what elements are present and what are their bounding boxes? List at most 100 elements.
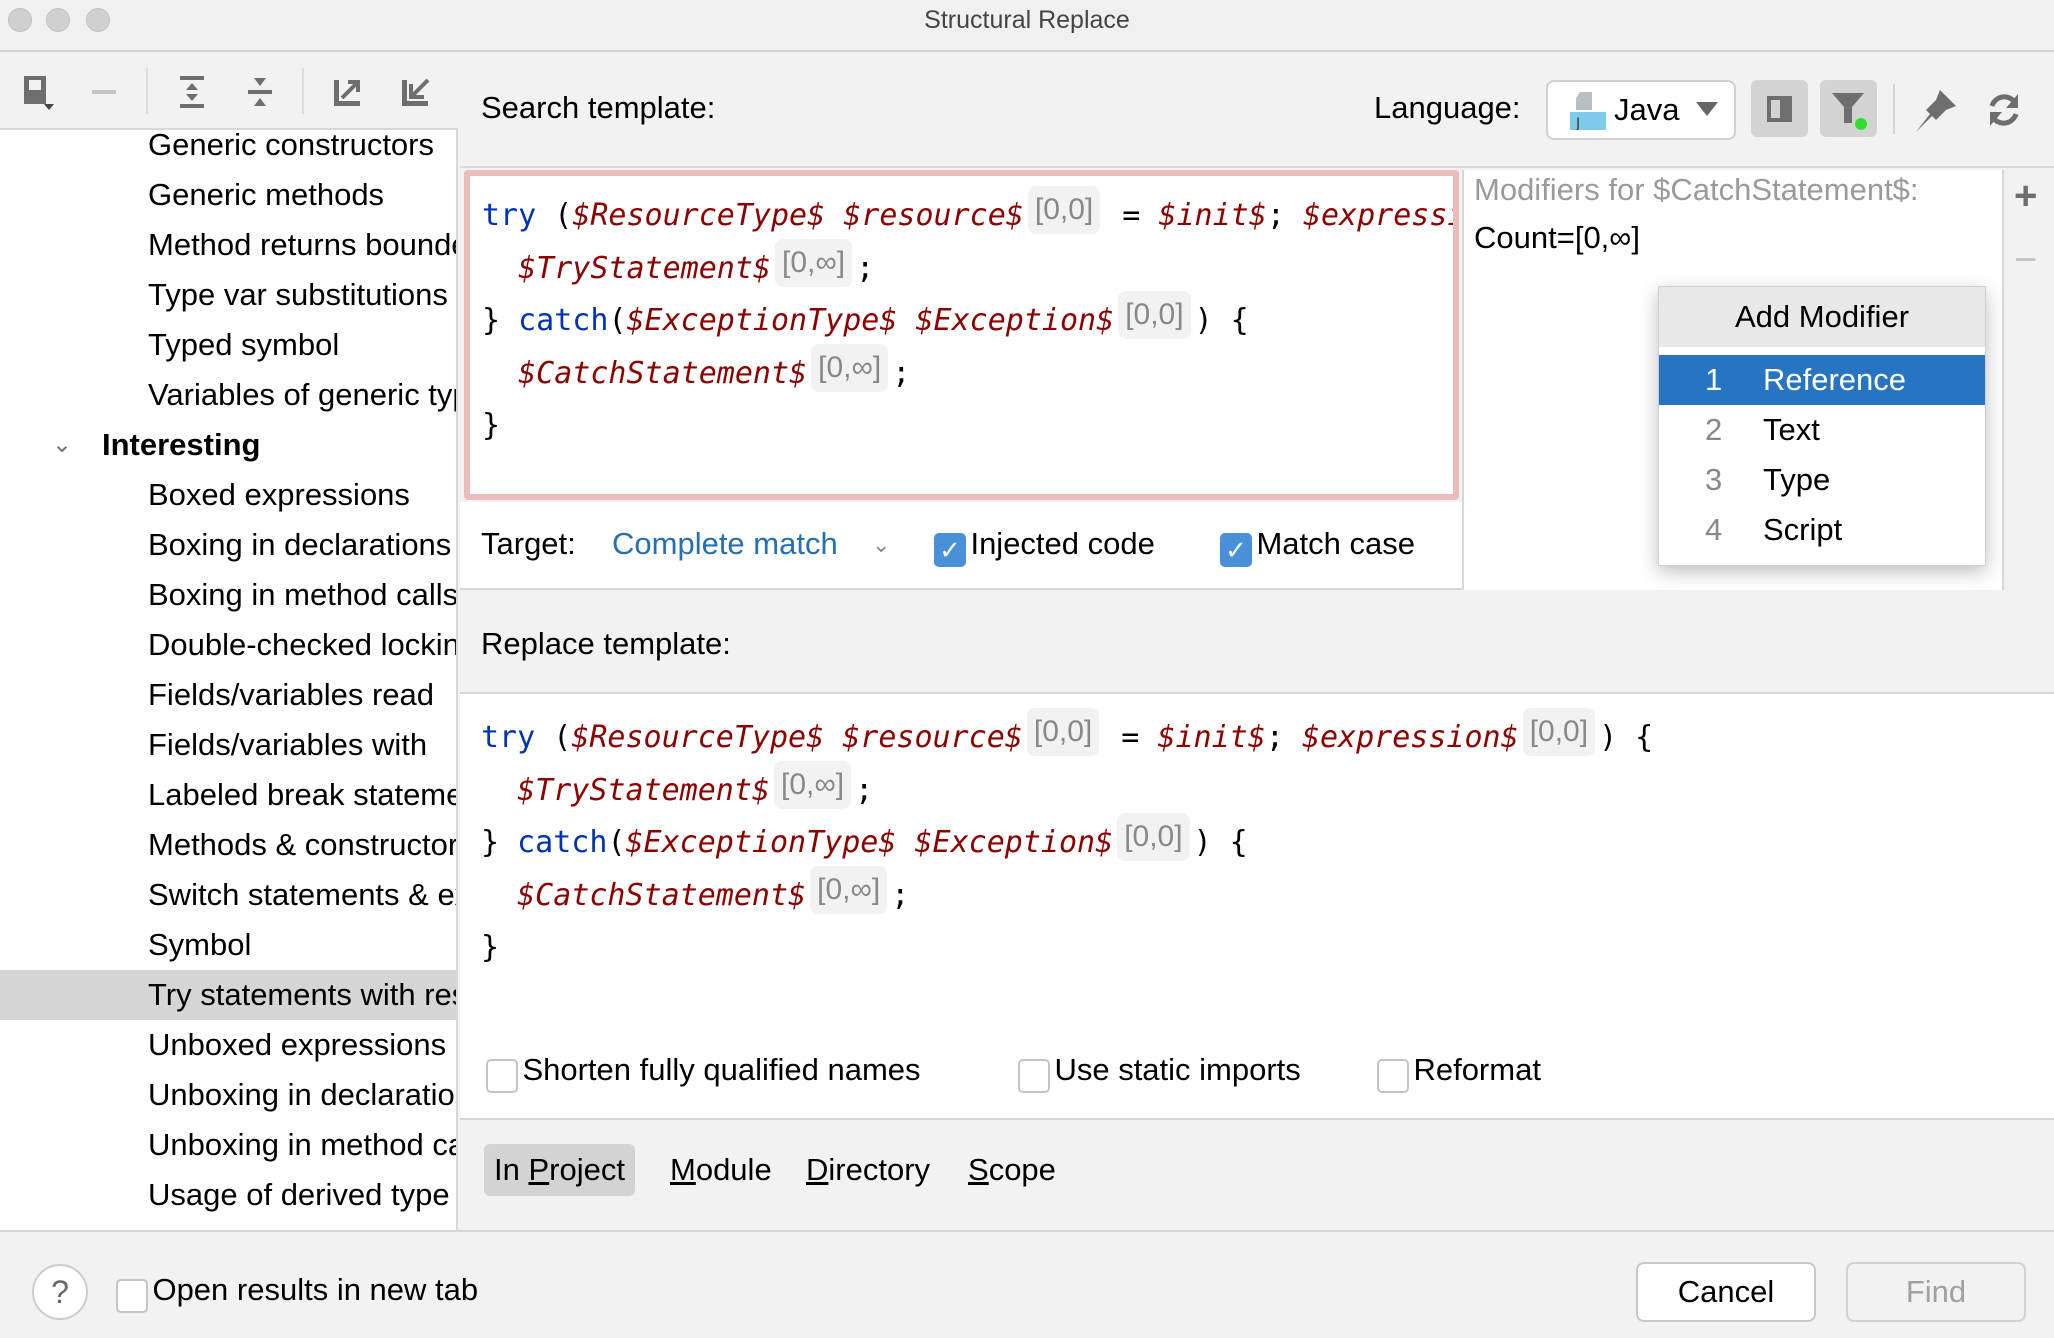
injected-code-checkbox[interactable]: ✓ Injected code: [934, 526, 1155, 567]
tree-item[interactable]: Typed symbol: [0, 320, 456, 370]
scope-tab[interactable]: Directory: [796, 1144, 940, 1196]
tree-item[interactable]: Unboxing in method calls: [0, 1120, 456, 1170]
help-button[interactable]: ?: [32, 1264, 88, 1320]
target-row: Target: Complete match ⌄ ✓ Injected code…: [460, 502, 1462, 590]
search-template-editor[interactable]: try ($ResourceType$ $resource$ [0,0] = $i…: [464, 170, 1459, 500]
language-label: Language:: [1374, 90, 1521, 125]
code-text: }: [482, 408, 501, 443]
refresh-icon[interactable]: [1984, 90, 2024, 135]
filter-icon[interactable]: [1820, 80, 1877, 137]
modifier-count[interactable]: Count=[0,∞]: [1474, 220, 1640, 256]
target-dropdown[interactable]: Complete match: [612, 526, 838, 562]
code-line: } catch($ExceptionType$ $Exception$ [0,0]…: [481, 813, 1248, 871]
count-badge: [0,∞]: [775, 238, 853, 287]
tree-item[interactable]: Fields/variables read: [0, 670, 456, 720]
tree-item[interactable]: Boxed expressions: [0, 470, 456, 520]
tree-item[interactable]: Boxing in declarations: [0, 520, 456, 570]
open-new-tab-checkbox[interactable]: Open results in new tab: [116, 1272, 478, 1313]
tab-text: odule: [695, 1152, 772, 1187]
code-text: ;: [891, 877, 910, 913]
save-icon[interactable]: [18, 72, 58, 112]
pin-icon[interactable]: [1914, 88, 1958, 137]
popup-item[interactable]: 2 Text: [1659, 405, 1985, 455]
scope-tab[interactable]: In Project: [484, 1144, 635, 1196]
chevron-down-icon[interactable]: ⌄: [52, 420, 72, 470]
language-value: Java: [1614, 92, 1680, 127]
language-dropdown[interactable]: J Java: [1546, 80, 1736, 140]
search-template-label: Search template:: [481, 90, 716, 125]
search-template-header: Search template: Language:: [460, 54, 2054, 168]
tree-item-label: Unboxed expressions: [148, 1027, 447, 1062]
import-icon[interactable]: [396, 72, 436, 112]
code-line: } catch($ExceptionType$ $Exception$ [0,0]…: [482, 291, 1249, 349]
code-text: ;: [855, 772, 874, 808]
tree-item[interactable]: Double-checked locking: [0, 620, 456, 670]
tree-item-label: Typed symbol: [148, 327, 340, 362]
code-line: }: [482, 406, 500, 446]
tab-mnemonic: P: [528, 1152, 550, 1187]
reformat-checkbox[interactable]: Reformat: [1377, 1052, 1541, 1093]
export-icon[interactable]: [328, 72, 368, 112]
template-variable: $Exception$: [915, 303, 1115, 338]
collapse-all-icon[interactable]: [240, 72, 280, 112]
checkbox: [116, 1278, 148, 1313]
tree-item[interactable]: Usage of derived type: [0, 1170, 456, 1220]
tree-item-label: Fields/variables read: [148, 677, 435, 712]
item-label: Type: [1763, 462, 1831, 497]
tree-item[interactable]: Try statements with resources: [0, 970, 456, 1020]
tree-item[interactable]: Symbol: [0, 920, 456, 970]
code-text: ) {: [1193, 825, 1248, 860]
keyword: catch: [518, 303, 609, 338]
count-badge: [0,0]: [1522, 708, 1596, 756]
tree-item[interactable]: Unboxed expressions: [0, 1020, 456, 1070]
popup-item[interactable]: 1 Reference: [1659, 355, 1985, 405]
tree-item[interactable]: Switch statements & expressions: [0, 870, 456, 920]
template-variable: $CatchStatement$: [518, 355, 808, 391]
window-title: Structural Replace: [924, 6, 1130, 34]
code-text: (: [607, 825, 626, 860]
tree-item[interactable]: Generic constructors: [0, 132, 456, 170]
remove-modifier-button[interactable]: −: [2014, 238, 2037, 283]
template-variable: $CatchStatement$: [517, 877, 807, 913]
add-modifier-popup: Add Modifier 1 Reference 2 Text 3 Type 4 Script: [1658, 286, 1986, 566]
tree-item-label: Fields/variables with: [148, 727, 428, 762]
tree-item[interactable]: Method returns bounded wildcard: [0, 220, 456, 270]
tree-item[interactable]: Methods & constructors: [0, 820, 456, 870]
code-line: }: [481, 928, 499, 968]
tree-item-label: Boxing in declarations: [148, 527, 452, 562]
remove-icon[interactable]: [84, 72, 124, 112]
tree-item[interactable]: Generic methods: [0, 170, 456, 220]
tree-item[interactable]: Unboxing in declarations: [0, 1070, 456, 1120]
toggle-preview-button[interactable]: [1751, 80, 1808, 137]
code-text: =: [1104, 198, 1159, 233]
tree-group[interactable]: ⌄ Interesting: [0, 420, 456, 470]
checkbox-checked-icon: ✓: [934, 532, 966, 567]
tree-item[interactable]: Type var substitutions: [0, 270, 456, 320]
find-button[interactable]: Find: [1846, 1262, 2026, 1322]
tree-item[interactable]: Fields/variables with: [0, 720, 456, 770]
template-tree[interactable]: Generic constructors Generic methods Metho…: [0, 132, 456, 1231]
tree-item[interactable]: Boxing in method calls: [0, 570, 456, 620]
match-case-checkbox[interactable]: ✓ Match case: [1220, 526, 1415, 567]
tree-item[interactable]: Variables of generic types: [0, 370, 456, 420]
scope-tab[interactable]: Module: [660, 1144, 782, 1196]
popup-item[interactable]: 3 Type: [1659, 455, 1985, 505]
tree-item-label: Generic constructors: [148, 132, 434, 162]
tree-item-label: Symbol: [148, 927, 252, 962]
shorten-names-checkbox[interactable]: Shorten fully qualified names: [486, 1052, 921, 1093]
scope-tab[interactable]: Scope: [958, 1144, 1066, 1196]
static-imports-checkbox[interactable]: Use static imports: [1018, 1052, 1301, 1093]
replace-template-label: Replace template:: [481, 626, 731, 661]
add-modifier-button[interactable]: +: [2014, 174, 2037, 219]
code-text: (: [535, 720, 572, 755]
tab-text: In: [494, 1152, 529, 1187]
tree-item[interactable]: Labeled break statements: [0, 770, 456, 820]
template-variable: $ResourceType$: [571, 720, 825, 755]
popup-item[interactable]: 4 Script: [1659, 505, 1985, 555]
checkbox: [1018, 1058, 1050, 1093]
expand-all-icon[interactable]: [172, 72, 212, 112]
cancel-button[interactable]: Cancel: [1636, 1262, 1816, 1322]
replace-template-editor[interactable]: try ($ResourceType$ $resource$ [0,0] = $i…: [460, 694, 2054, 1024]
